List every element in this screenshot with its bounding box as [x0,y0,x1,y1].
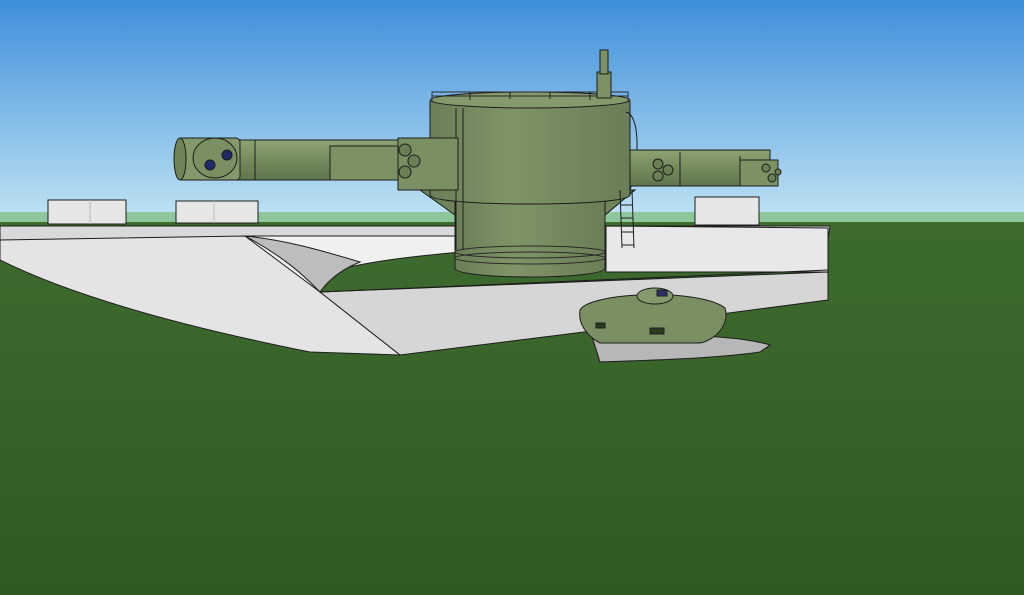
concrete-block-right [694,196,760,226]
cupola-slit-center [649,327,665,335]
muzzle-bore-icon [204,159,216,171]
gun-barrel-right [629,149,782,187]
concrete-block-left [47,199,127,225]
concrete-block-center [175,200,259,224]
turret-upper-cylinder [429,94,631,205]
turret-mast [596,71,612,99]
viewport-canvas[interactable] [0,0,1024,595]
cupola-slit-left [595,322,606,329]
turret-base-cylinder [454,194,606,278]
